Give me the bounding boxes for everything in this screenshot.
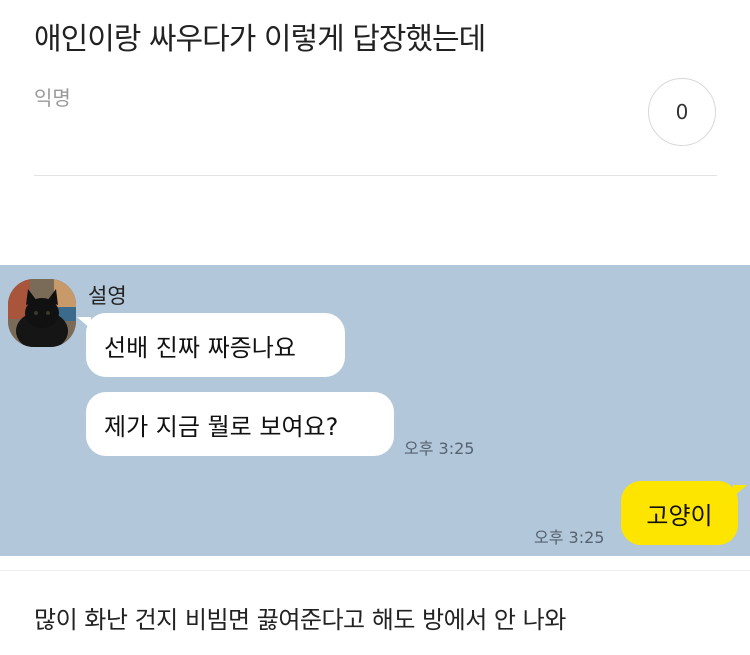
sender-name: 설영 bbox=[88, 284, 127, 308]
message-text: 제가 지금 뭘로 보여요? bbox=[104, 412, 339, 441]
avatar bbox=[8, 279, 76, 347]
black-cat-avatar-icon bbox=[8, 279, 76, 347]
message-bubble: 제가 지금 뭘로 보여요? bbox=[86, 392, 394, 456]
message-text: 선배 진짜 짜증나요 bbox=[104, 333, 296, 362]
post-page: 애인이랑 싸우다가 이렇게 답장했는데 익명 0 설영 선배 진짜 짜증나요 제… bbox=[0, 0, 750, 655]
message-time: 오후 3:25 bbox=[404, 439, 475, 458]
like-count-button[interactable]: 0 bbox=[648, 78, 716, 146]
message-text: 고양이 bbox=[646, 501, 713, 530]
message-time: 오후 3:25 bbox=[534, 528, 605, 547]
divider bbox=[34, 175, 717, 176]
like-count: 0 bbox=[675, 100, 689, 124]
chat-screenshot: 설영 선배 진짜 짜증나요 제가 지금 뭘로 보여요? 오후 3:25 고양이 … bbox=[0, 265, 750, 556]
post-title: 애인이랑 싸우다가 이렇게 답장했는데 bbox=[34, 22, 486, 57]
message-bubble: 선배 진짜 짜증나요 bbox=[77, 313, 345, 377]
my-message-bubble: 고양이 bbox=[621, 481, 747, 545]
author-name: 익명 bbox=[34, 86, 71, 110]
divider bbox=[0, 570, 750, 571]
post-body-text: 많이 화난 건지 비빔면 끓여준다고 해도 방에서 안 나와 bbox=[34, 606, 566, 634]
